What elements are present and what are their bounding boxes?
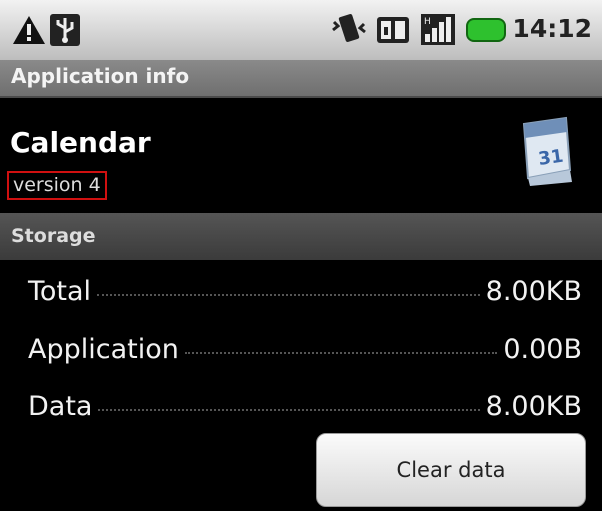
clear-data-button[interactable]: Clear data bbox=[316, 433, 586, 507]
storage-section-header: Storage bbox=[0, 213, 602, 260]
app-version: version 4 bbox=[7, 171, 107, 200]
storage-value-application: 0.00B bbox=[503, 334, 582, 365]
warning-icon[interactable] bbox=[12, 15, 46, 49]
calendar-app-icon: 31 bbox=[514, 116, 578, 192]
sd-card-icon bbox=[376, 13, 410, 49]
app-name: Calendar bbox=[10, 126, 151, 159]
row-divider bbox=[184, 352, 498, 354]
storage-value-total: 8.00KB bbox=[485, 276, 582, 307]
usb-icon[interactable] bbox=[50, 14, 80, 50]
signal-icon: H bbox=[420, 12, 456, 50]
calendar-icon-day: 31 bbox=[537, 146, 565, 170]
status-clock: 14:12 bbox=[512, 14, 592, 43]
svg-text:H: H bbox=[424, 17, 431, 27]
storage-label-application: Application bbox=[28, 334, 179, 365]
row-divider bbox=[97, 294, 480, 296]
storage-row-total: Total 8.00KB bbox=[28, 276, 582, 316]
vibrate-icon bbox=[330, 12, 368, 50]
storage-label-data: Data bbox=[28, 391, 93, 422]
storage-value-data: 8.00KB bbox=[485, 391, 582, 422]
page-title: Application info bbox=[11, 64, 190, 88]
storage-header-label: Storage bbox=[11, 225, 96, 247]
battery-icon bbox=[466, 18, 506, 46]
storage-row-application: Application 0.00B bbox=[28, 334, 582, 374]
row-divider bbox=[98, 409, 480, 411]
storage-row-data: Data 8.00KB bbox=[28, 391, 582, 431]
storage-label-total: Total bbox=[28, 276, 92, 307]
title-bar: Application info bbox=[0, 60, 602, 98]
status-bar: H 14:12 bbox=[0, 0, 602, 60]
